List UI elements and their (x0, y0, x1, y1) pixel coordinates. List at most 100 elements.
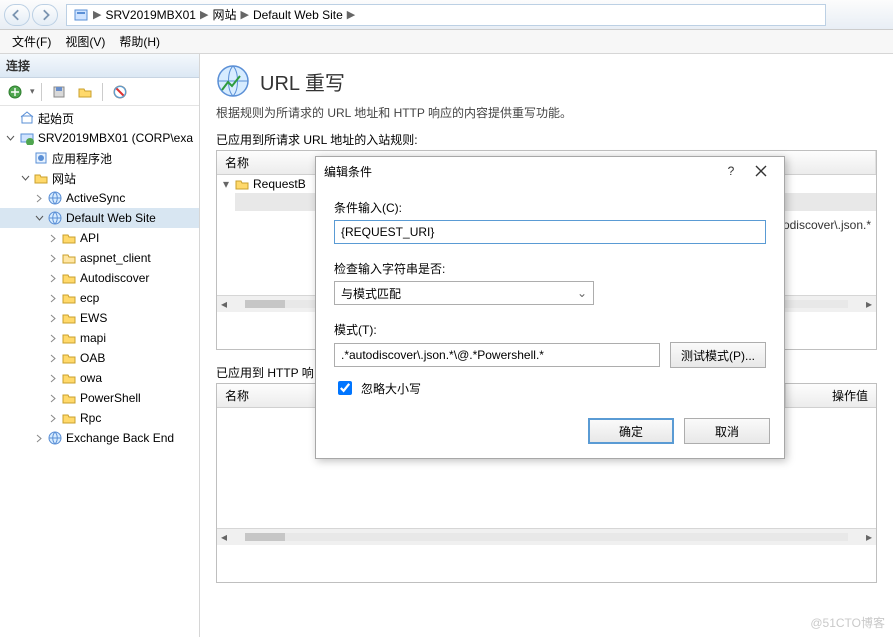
expand-icon[interactable] (46, 254, 60, 263)
folder-icon (61, 410, 77, 426)
app-pools-icon (33, 150, 49, 166)
tree-server[interactable]: SRV2019MBX01 (CORP\exa (0, 128, 199, 148)
scroll-thumb[interactable] (245, 300, 285, 308)
expand-icon[interactable] (32, 194, 46, 203)
tree-vdir-aspnet-client[interactable]: aspnet_client (0, 248, 199, 268)
folder-icon (61, 370, 77, 386)
tree-site-default-web-site[interactable]: Default Web Site (0, 208, 199, 228)
chevron-right-icon: ▶ (240, 8, 248, 21)
collapse-icon[interactable] (18, 174, 32, 183)
horizontal-scrollbar[interactable]: ◂ ▸ (217, 528, 876, 545)
pattern-input-field[interactable] (334, 343, 660, 367)
tree-sites[interactable]: 网站 (0, 168, 199, 188)
tree-start-page[interactable]: 起始页 (0, 108, 199, 128)
inbound-rules-label: 已应用到所请求 URL 地址的入站规则: (216, 131, 877, 148)
home-icon (19, 110, 35, 126)
connections-header: 连接 (0, 54, 199, 78)
tree-site-activesync[interactable]: ActiveSync (0, 188, 199, 208)
help-button[interactable]: ? (716, 161, 746, 181)
nav-back-button[interactable] (4, 4, 30, 26)
condition-input-label: 条件输入(C): (334, 199, 766, 216)
pattern-label: 模式(T): (334, 321, 766, 338)
check-type-select[interactable]: 与模式匹配 ⌄ (334, 281, 594, 305)
expand-icon[interactable] (46, 314, 60, 323)
tree-vdir-rpc[interactable]: Rpc (0, 408, 199, 428)
tree-vdir-autodiscover[interactable]: Autodiscover (0, 268, 199, 288)
tree-vdir-oab[interactable]: OAB (0, 348, 199, 368)
connections-tree[interactable]: 起始页 SRV2019MBX01 (CORP\exa 应用程序池 网站 Acti (0, 106, 199, 637)
globe-icon (47, 190, 63, 206)
expand-icon[interactable] (46, 294, 60, 303)
chevron-right-icon: ▶ (200, 8, 208, 21)
folder-icon (235, 177, 249, 191)
dialog-title: 编辑条件 (324, 163, 716, 180)
dropdown-icon[interactable]: ▾ (30, 86, 35, 97)
expand-icon[interactable] (46, 274, 60, 283)
globe-icon (47, 430, 63, 446)
edit-condition-dialog: 编辑条件 ? 条件输入(C): 检查输入字符串是否: 与模式匹配 ⌄ 模式(T)… (315, 156, 785, 459)
scroll-right-icon[interactable]: ▸ (862, 530, 876, 544)
expand-icon[interactable] (32, 434, 46, 443)
watermark: @51CTO博客 (810, 614, 885, 631)
breadcrumb[interactable]: ▶ SRV2019MBX01 ▶ 网站 ▶ Default Web Site ▶ (66, 4, 826, 26)
folder-icon (61, 350, 77, 366)
server-icon (19, 130, 35, 146)
folder-icon (61, 230, 77, 246)
expand-icon[interactable] (46, 354, 60, 363)
tree-vdir-ecp[interactable]: ecp (0, 288, 199, 308)
folder-icon (61, 270, 77, 286)
tree-vdir-ews[interactable]: EWS (0, 308, 199, 328)
folder-icon (61, 250, 77, 266)
breadcrumb-host[interactable]: SRV2019MBX01 (105, 8, 196, 22)
condition-input-field[interactable] (334, 220, 766, 244)
nav-forward-button[interactable] (32, 4, 58, 26)
tree-vdir-powershell[interactable]: PowerShell (0, 388, 199, 408)
tree-app-pools[interactable]: 应用程序池 (0, 148, 199, 168)
url-rewrite-icon (216, 64, 250, 98)
menu-file[interactable]: 文件(F) (6, 31, 57, 52)
test-pattern-button[interactable]: 测试模式(P)... (670, 342, 766, 368)
tree-vdir-owa[interactable]: owa (0, 368, 199, 388)
connections-toolbar: ▾ (0, 78, 199, 106)
address-bar: ▶ SRV2019MBX01 ▶ 网站 ▶ Default Web Site ▶ (0, 0, 893, 30)
menu-help[interactable]: 帮助(H) (113, 31, 166, 52)
ignore-case-label: 忽略大小写 (361, 380, 421, 397)
folder-icon (61, 290, 77, 306)
connect-icon[interactable] (4, 81, 26, 103)
scroll-left-icon[interactable]: ◂ (217, 530, 231, 544)
chevron-right-icon: ▶ (93, 8, 101, 21)
expand-icon[interactable] (46, 334, 60, 343)
folder-icon (61, 330, 77, 346)
expand-icon[interactable] (46, 374, 60, 383)
expand-icon[interactable] (46, 234, 60, 243)
connections-pane: 连接 ▾ 起始页 SRV2019MBX01 (CORP\exa (0, 54, 200, 637)
column-operation-value[interactable]: 操作值 (786, 384, 876, 407)
page-title: URL 重写 (260, 67, 345, 96)
ignore-case-checkbox[interactable]: 忽略大小写 (334, 378, 766, 398)
tree-vdir-api[interactable]: API (0, 228, 199, 248)
breadcrumb-sites[interactable]: 网站 (212, 6, 236, 23)
cancel-button[interactable]: 取消 (684, 418, 770, 444)
ignore-case-input[interactable] (338, 381, 352, 395)
tree-site-exchange-back-end[interactable]: Exchange Back End (0, 428, 199, 448)
tree-vdir-mapi[interactable]: mapi (0, 328, 199, 348)
folder-icon (61, 310, 77, 326)
breadcrumb-site[interactable]: Default Web Site (253, 8, 343, 22)
menu-view[interactable]: 视图(V) (59, 31, 111, 52)
close-button[interactable] (746, 161, 776, 181)
ok-button[interactable]: 确定 (588, 418, 674, 444)
folder-open-icon[interactable] (74, 81, 96, 103)
chevron-right-icon: ▶ (347, 8, 355, 21)
menu-bar: 文件(F) 视图(V) 帮助(H) (0, 30, 893, 54)
collapse-icon[interactable] (32, 214, 46, 223)
expand-icon[interactable] (46, 394, 60, 403)
collapse-icon[interactable]: ▾ (223, 177, 235, 191)
save-icon[interactable] (48, 81, 70, 103)
scroll-right-icon[interactable]: ▸ (862, 297, 876, 311)
check-type-value: 与模式匹配 (341, 285, 401, 302)
stop-icon[interactable] (109, 81, 131, 103)
scroll-left-icon[interactable]: ◂ (217, 297, 231, 311)
expand-icon[interactable] (46, 414, 60, 423)
collapse-icon[interactable] (4, 134, 18, 143)
scroll-thumb[interactable] (245, 533, 285, 541)
